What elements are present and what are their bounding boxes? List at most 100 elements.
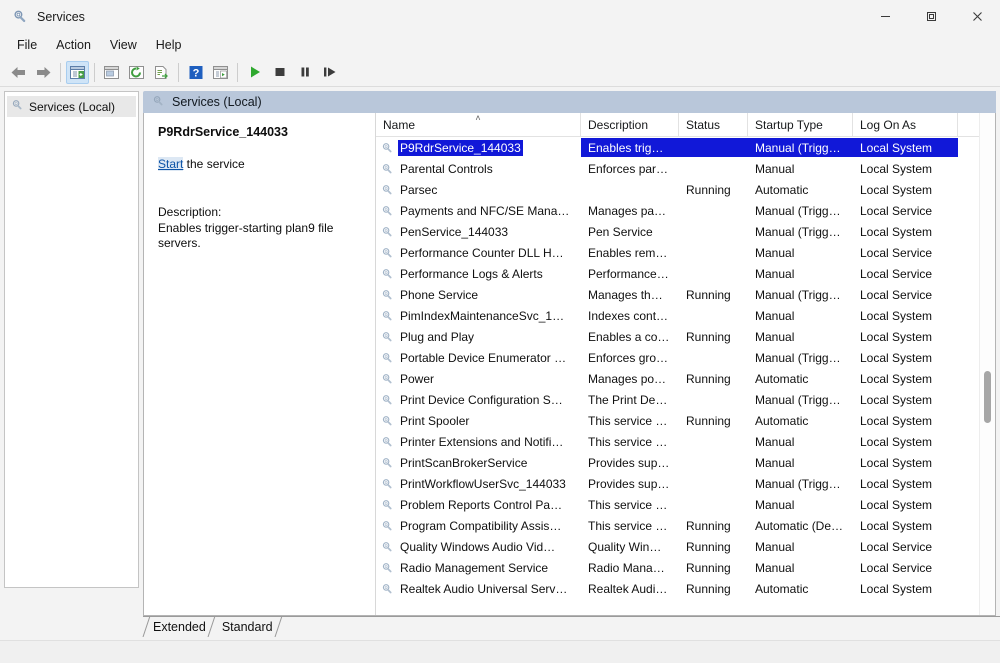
cell-description: Provides sup… <box>588 476 670 491</box>
services-gear-icon <box>380 414 394 428</box>
cell-description: This service … <box>588 434 668 449</box>
cell-startup-type: Manual (Trigg… <box>755 287 841 302</box>
back-arrow-icon[interactable] <box>7 61 30 84</box>
properties-icon[interactable] <box>100 61 123 84</box>
table-row[interactable]: Plug and Play Enables a co… Running Manual L… <box>376 326 995 347</box>
table-row[interactable]: Performance Logs & Alerts Performance… Man… <box>376 263 995 284</box>
cell-status: Running <box>686 371 731 386</box>
table-row[interactable]: Printer Extensions and Notifi… This servi… <box>376 431 995 452</box>
cell-startup-type: Automatic <box>755 413 809 428</box>
table-row[interactable]: Payments and NFC/SE Mana… Manages pa… Manu… <box>376 200 995 221</box>
menu-file[interactable]: File <box>8 35 46 56</box>
cell-name-text: Print Spooler <box>400 413 470 428</box>
show-hide-console-tree-icon[interactable] <box>66 60 89 84</box>
refresh-icon[interactable] <box>125 61 148 84</box>
svg-text:?: ? <box>192 67 199 79</box>
table-row[interactable]: Parsec Running Automatic Local System <box>376 179 995 200</box>
cell-name: Radio Management Service <box>376 558 581 577</box>
cell-startup-type: Manual <box>755 245 795 260</box>
cell-log-on-as: Local System <box>860 518 933 533</box>
pause-service-icon[interactable] <box>293 61 316 84</box>
menu-action[interactable]: Action <box>47 35 100 56</box>
column-header-status[interactable]: Status <box>679 113 748 136</box>
vertical-scrollbar[interactable] <box>979 113 995 615</box>
cell-startup-type: Automatic <box>755 581 809 596</box>
toolbar: ? <box>0 58 1000 87</box>
table-row[interactable]: PrintWorkflowUserSvc_144033 Provides sup…… <box>376 473 995 494</box>
cell-startup-type: Automatic <box>755 182 809 197</box>
table-row[interactable]: P9RdrService_144033 Enables trig… Manual (… <box>376 137 995 158</box>
close-button[interactable] <box>954 0 1000 33</box>
column-header-label: Description <box>588 117 649 132</box>
table-row[interactable]: Performance Counter DLL H… Enables rem… Ma… <box>376 242 995 263</box>
cell-name-text: Phone Service <box>400 287 479 302</box>
cell-description: Manages th… <box>588 287 663 302</box>
cell-startup-type: Manual <box>755 161 795 176</box>
cell-status: Running <box>686 182 731 197</box>
table-row[interactable]: Power Manages po… Running Automatic Local Sy… <box>376 368 995 389</box>
table-row[interactable]: Program Compatibility Assis… This service… <box>376 515 995 536</box>
stop-service-icon[interactable] <box>268 61 291 84</box>
menu-view[interactable]: View <box>101 35 146 56</box>
scrollbar-thumb[interactable] <box>984 371 991 423</box>
pane-content: P9RdrService_144033 Start the service De… <box>143 113 996 616</box>
table-row[interactable]: Print Device Configuration S… The Print D… <box>376 389 995 410</box>
restart-service-icon[interactable] <box>318 61 341 84</box>
cell-description: Quality Win… <box>588 539 662 554</box>
cell-name: Problem Reports Control Pa… <box>376 495 581 514</box>
table-row[interactable]: PimIndexMaintenanceSvc_1… Indexes cont… Ma… <box>376 305 995 326</box>
sidebar-item-services-local[interactable]: Services (Local) <box>7 96 136 117</box>
cell-description: Enables trig… <box>581 138 679 157</box>
forward-arrow-icon[interactable] <box>32 61 55 84</box>
cell-name: Performance Logs & Alerts <box>376 264 581 283</box>
cell-name-text: PimIndexMaintenanceSvc_1… <box>400 308 565 323</box>
window-controls <box>862 0 1000 33</box>
start-service-icon[interactable] <box>243 61 266 84</box>
cell-name-text: Program Compatibility Assis… <box>400 518 562 533</box>
table-row[interactable]: Print Spooler This service … Running Automa… <box>376 410 995 431</box>
services-gear-icon <box>151 94 165 111</box>
list-header-row: ˄ Name Description Status Startup Type L… <box>376 113 995 137</box>
tab-edge-left <box>142 615 151 638</box>
cell-startup-type: Manual <box>755 539 795 554</box>
services-gear-icon <box>380 288 394 302</box>
minimize-button[interactable] <box>862 0 908 33</box>
cell-log-on-as: Local System <box>860 434 933 449</box>
cell-name: PenService_144033 <box>376 222 581 241</box>
cell-description: Enables a co… <box>588 329 670 344</box>
table-row[interactable]: Parental Controls Enforces par… Manual Loca… <box>376 158 995 179</box>
column-header-log-on-as[interactable]: Log On As <box>853 113 958 136</box>
column-header-name[interactable]: ˄ Name <box>376 113 581 136</box>
cell-name-text: PrintWorkflowUserSvc_144033 <box>400 476 566 491</box>
cell-log-on-as: Local System <box>860 182 933 197</box>
cell-name: Parental Controls <box>376 159 581 178</box>
console-tree-pane: Services (Local) <box>4 91 139 588</box>
services-list-view: ˄ Name Description Status Startup Type L… <box>376 113 995 615</box>
services-gear-icon <box>380 141 394 155</box>
menu-help[interactable]: Help <box>147 35 191 56</box>
table-row[interactable]: Quality Windows Audio Vid… Quality Win… Ru… <box>376 536 995 557</box>
table-row[interactable]: Portable Device Enumerator … Enforces gro… <box>376 347 995 368</box>
table-row[interactable]: PenService_144033 Pen Service Manual (Trig… <box>376 221 995 242</box>
tab-label: Extended <box>153 619 206 634</box>
tab-standard[interactable]: Standard <box>212 615 283 638</box>
cell-name: PimIndexMaintenanceSvc_1… <box>376 306 581 325</box>
start-service-link[interactable]: Start <box>158 157 184 171</box>
maximize-restore-button[interactable] <box>908 0 954 33</box>
table-row[interactable]: Realtek Audio Universal Serv… Realtek Aud… <box>376 578 995 599</box>
table-row[interactable]: Problem Reports Control Pa… This service … <box>376 494 995 515</box>
export-list-icon[interactable] <box>150 61 173 84</box>
help-icon[interactable]: ? <box>184 61 207 84</box>
column-header-startup-type[interactable]: Startup Type <box>748 113 853 136</box>
table-row[interactable]: Radio Management Service Radio Mana… Runni… <box>376 557 995 578</box>
table-row[interactable]: PrintScanBrokerService Provides sup… Manua… <box>376 452 995 473</box>
services-gear-icon <box>380 372 394 386</box>
column-header-description[interactable]: Description <box>581 113 679 136</box>
show-action-pane-icon[interactable] <box>209 61 232 84</box>
cell-startup-type: Manual <box>755 497 795 512</box>
cell-log-on-as: Local Service <box>860 266 933 281</box>
tab-extended[interactable]: Extended <box>142 615 216 638</box>
cell-name-text: Realtek Audio Universal Serv… <box>400 581 568 596</box>
table-row[interactable]: Phone Service Manages th… Running Manual (T… <box>376 284 995 305</box>
cell-description: Provides sup… <box>588 455 670 470</box>
